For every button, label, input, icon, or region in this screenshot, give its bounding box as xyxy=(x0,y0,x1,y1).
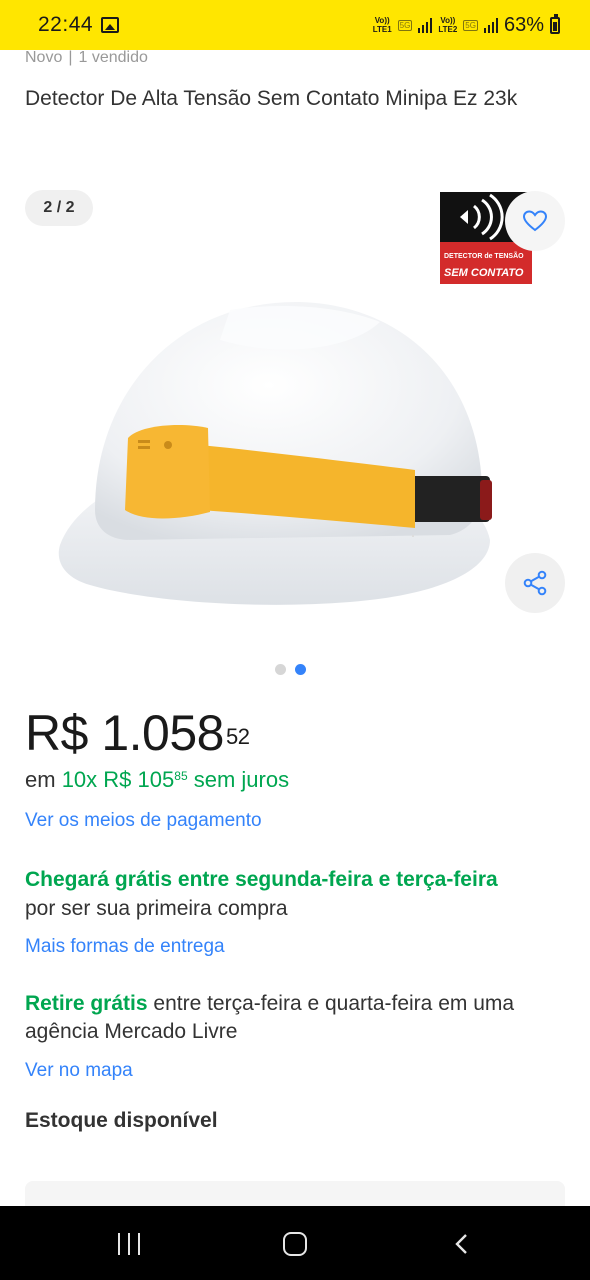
image-counter: 2 / 2 xyxy=(25,190,93,226)
payment-methods-link[interactable]: Ver os meios de pagamento xyxy=(25,810,262,832)
installments-currency: R$ xyxy=(103,767,132,792)
condition-label: Novo xyxy=(25,49,63,66)
share-button[interactable] xyxy=(505,553,565,613)
installments-prefix: em xyxy=(25,767,56,792)
price-currency: R$ xyxy=(25,705,88,761)
price-integer: 1.058 xyxy=(101,705,224,761)
pagination-dot-2-active[interactable] xyxy=(295,664,306,675)
sim2-volte-icon: Vo)) LTE2 xyxy=(438,16,457,34)
sold-count: 1 vendido xyxy=(78,49,148,66)
price-cents: 52 xyxy=(225,724,250,749)
sim2-signal-icon xyxy=(483,17,498,33)
installments-suffix: sem juros xyxy=(193,767,290,792)
shipping-title: Chegará grátis entre segunda-feira e ter… xyxy=(25,868,498,891)
shipping-subtitle: por ser sua primeira compra xyxy=(25,897,288,920)
sim1-volte-label: Vo)) xyxy=(374,16,390,25)
product-image-helmet[interactable] xyxy=(50,240,500,620)
sim1-5g-icon: 5G xyxy=(397,19,413,31)
installments-cents: 85 xyxy=(174,769,188,783)
image-gallery[interactable]: DETECTOR de TENSÃO SEM CONTATO 2 / 2 xyxy=(0,180,590,640)
status-indicators: Vo)) LTE1 5G Vo)) LTE2 5G 63% xyxy=(373,13,560,37)
stock-status: Estoque disponível xyxy=(25,1109,218,1132)
gallery-pagination xyxy=(275,664,306,675)
battery-percent: 63% xyxy=(503,13,544,36)
delivery-options-link[interactable]: Mais formas de entrega xyxy=(25,936,225,958)
price: R$ 1.05852 xyxy=(25,703,250,763)
share-icon xyxy=(523,570,547,596)
status-time: 22:44 xyxy=(38,13,94,36)
logo-text-line1: DETECTOR de TENSÃO xyxy=(444,251,524,260)
system-navigation-bar xyxy=(0,1206,590,1280)
status-bar: 22:44 Vo)) LTE1 5G Vo)) LTE2 5G 63% xyxy=(0,0,590,50)
pickup-info: Retire grátis entre terça-feira e quarta… xyxy=(25,990,565,1046)
sim1-volte-icon: Vo)) LTE1 xyxy=(373,16,392,34)
map-link[interactable]: Ver no mapa xyxy=(25,1060,133,1082)
home-button[interactable] xyxy=(283,1232,307,1256)
installments-info: em 10x R$ 10585 sem juros xyxy=(25,767,289,793)
condition-separator: | xyxy=(68,49,73,66)
battery-icon xyxy=(550,13,560,34)
favorite-button[interactable] xyxy=(505,191,565,251)
product-title: Detector De Alta Tensão Sem Contato Mini… xyxy=(25,87,518,110)
product-condition: Novo | 1 vendido xyxy=(25,49,148,67)
heart-icon xyxy=(523,210,547,232)
gallery-notification-icon xyxy=(101,17,120,33)
recent-apps-button[interactable] xyxy=(118,1233,142,1255)
sim1-lte-label: LTE1 xyxy=(372,25,392,34)
back-button[interactable] xyxy=(452,1233,474,1255)
pagination-dot-1[interactable] xyxy=(275,664,286,675)
installments-integer: 105 xyxy=(137,767,175,792)
logo-text-line2: SEM CONTATO xyxy=(444,267,524,279)
sim2-lte-label: LTE2 xyxy=(438,25,458,34)
sim2-5g-icon: 5G xyxy=(463,19,478,31)
pickup-highlight: Retire grátis xyxy=(25,992,148,1015)
installments-count: 10x xyxy=(61,767,98,792)
sim2-volte-label: Vo)) xyxy=(440,16,456,25)
sim1-signal-icon xyxy=(418,17,433,33)
